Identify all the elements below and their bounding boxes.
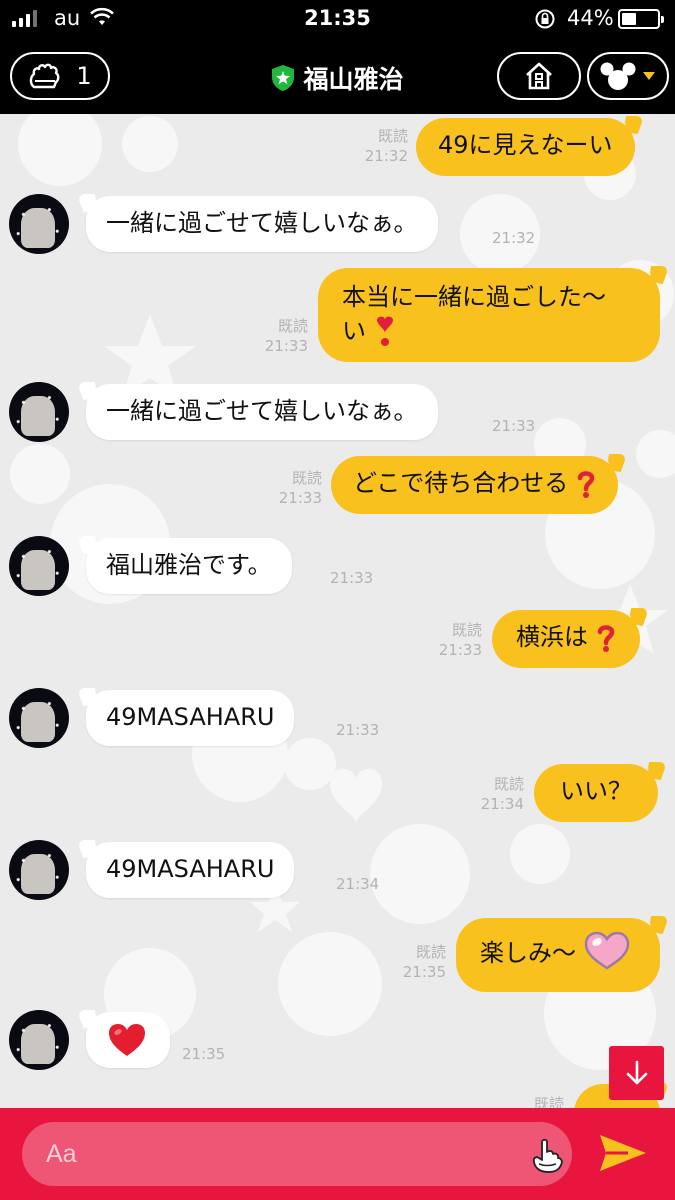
- message-input[interactable]: [46, 1134, 516, 1174]
- incoming-message-bubble[interactable]: 49MASAHARU: [86, 842, 295, 898]
- read-receipt: 既読: [533, 1095, 564, 1108]
- read-receipt: 既読: [277, 317, 308, 335]
- message-time: 21:32: [364, 147, 408, 165]
- avatar[interactable]: [9, 688, 69, 748]
- chat-title-text: 福山雅治: [303, 65, 404, 94]
- scroll-to-bottom-button[interactable]: [609, 1046, 664, 1100]
- message-text: いい？: [560, 777, 632, 805]
- status-bar: au 21:35 44%: [0, 0, 675, 38]
- message-text: 一緒に過ごせて嬉しいなぁ。: [106, 397, 418, 425]
- message-text: 49に見えなーい: [438, 131, 613, 159]
- chevron-down-icon: [643, 72, 655, 80]
- message-meta: 既読 21:33: [414, 620, 482, 660]
- message-time: 21:33: [264, 337, 308, 355]
- arrow-down-icon: [626, 1060, 647, 1085]
- official-shield-icon: [272, 65, 295, 91]
- read-receipt: 既読: [291, 469, 322, 487]
- outgoing-message-bubble[interactable]: 横浜は: [492, 610, 640, 668]
- message-time: 21:35: [402, 963, 446, 981]
- read-receipt: 既読: [493, 775, 524, 793]
- avatar[interactable]: [9, 382, 69, 442]
- home-button[interactable]: [497, 52, 581, 100]
- message-meta: 既読 21:34: [456, 774, 524, 814]
- avatar[interactable]: [9, 536, 69, 596]
- rotation-lock-icon: [535, 9, 555, 29]
- avatar[interactable]: [9, 194, 69, 254]
- message-meta: 既読: [500, 1094, 564, 1108]
- incoming-message-bubble[interactable]: [86, 1012, 170, 1068]
- message-time: 21:33: [278, 489, 322, 507]
- outgoing-message-bubble[interactable]: 49に見えなーい: [416, 118, 635, 176]
- send-icon[interactable]: [598, 1132, 648, 1174]
- message-time: 21:34: [480, 795, 524, 813]
- message-meta: 既読 21:35: [378, 942, 446, 982]
- message-input-container[interactable]: [22, 1122, 572, 1186]
- message-list[interactable]: 既読 21:32 49に見えなーい 一緒に過ごせて嬉しいなぁ。 21:32 既読…: [0, 114, 675, 1108]
- incoming-message-bubble[interactable]: 49MASAHARU: [86, 690, 295, 746]
- message-text: 49MASAHARU: [106, 703, 275, 731]
- sticker-glove-icon[interactable]: [530, 1138, 564, 1174]
- exclamation-heart-icon: [376, 316, 393, 346]
- red-heart-icon: [109, 1024, 145, 1056]
- battery-icon: [618, 9, 664, 29]
- message-meta: 既読 21:32: [340, 126, 408, 166]
- outgoing-message-bubble[interactable]: 楽しみ〜: [456, 918, 660, 992]
- incoming-message-bubble[interactable]: 福山雅治です。: [86, 538, 292, 594]
- message-meta: 既読 21:33: [254, 468, 322, 508]
- message-text: どこで待ち合わせる: [353, 469, 569, 497]
- house-icon: [526, 62, 552, 90]
- message-text: 楽しみ〜: [480, 939, 576, 967]
- message-time: 21:32: [492, 229, 536, 247]
- outgoing-message-bubble[interactable]: いい？: [534, 764, 658, 822]
- outgoing-message-bubble[interactable]: どこで待ち合わせる: [331, 456, 618, 514]
- read-receipt: 既読: [451, 621, 482, 639]
- read-receipt: 既読: [377, 127, 408, 145]
- incoming-message-bubble[interactable]: 一緒に過ごせて嬉しいなぁ。: [86, 196, 438, 252]
- message-time: 21:33: [438, 641, 482, 659]
- message-text: 一緒に過ごせて嬉しいなぁ。: [106, 209, 418, 237]
- question-mark-icon: [597, 625, 614, 652]
- message-text: 49MASAHARU: [106, 855, 275, 883]
- message-time: 21:34: [336, 875, 380, 893]
- message-text: 本当に一緒に過ごした〜: [342, 283, 606, 311]
- message-text: 横浜は: [516, 623, 588, 651]
- avatar[interactable]: [9, 1010, 69, 1070]
- pink-heart-icon: [584, 931, 629, 970]
- incoming-message-bubble[interactable]: 一緒に過ごせて嬉しいなぁ。: [86, 384, 438, 440]
- message-meta: 既読 21:33: [240, 316, 308, 356]
- message-time: 21:33: [330, 569, 374, 587]
- message-time: 21:33: [492, 417, 536, 435]
- outgoing-message-bubble[interactable]: 本当に一緒に過ごした〜 い: [318, 268, 660, 362]
- mickey-icon: [600, 62, 636, 90]
- message-time: 21:33: [336, 721, 380, 739]
- read-receipt: 既読: [415, 943, 446, 961]
- message-time: 21:35: [182, 1045, 226, 1063]
- battery-percent: 44%: [567, 6, 614, 30]
- menu-button[interactable]: [587, 52, 669, 100]
- message-text: 福山雅治です。: [106, 551, 272, 579]
- avatar[interactable]: [9, 840, 69, 900]
- chat-header: 1 福山雅治: [0, 38, 675, 114]
- message-text-2: い: [342, 317, 366, 345]
- question-mark-icon: [577, 471, 595, 498]
- message-composer: [0, 1108, 675, 1200]
